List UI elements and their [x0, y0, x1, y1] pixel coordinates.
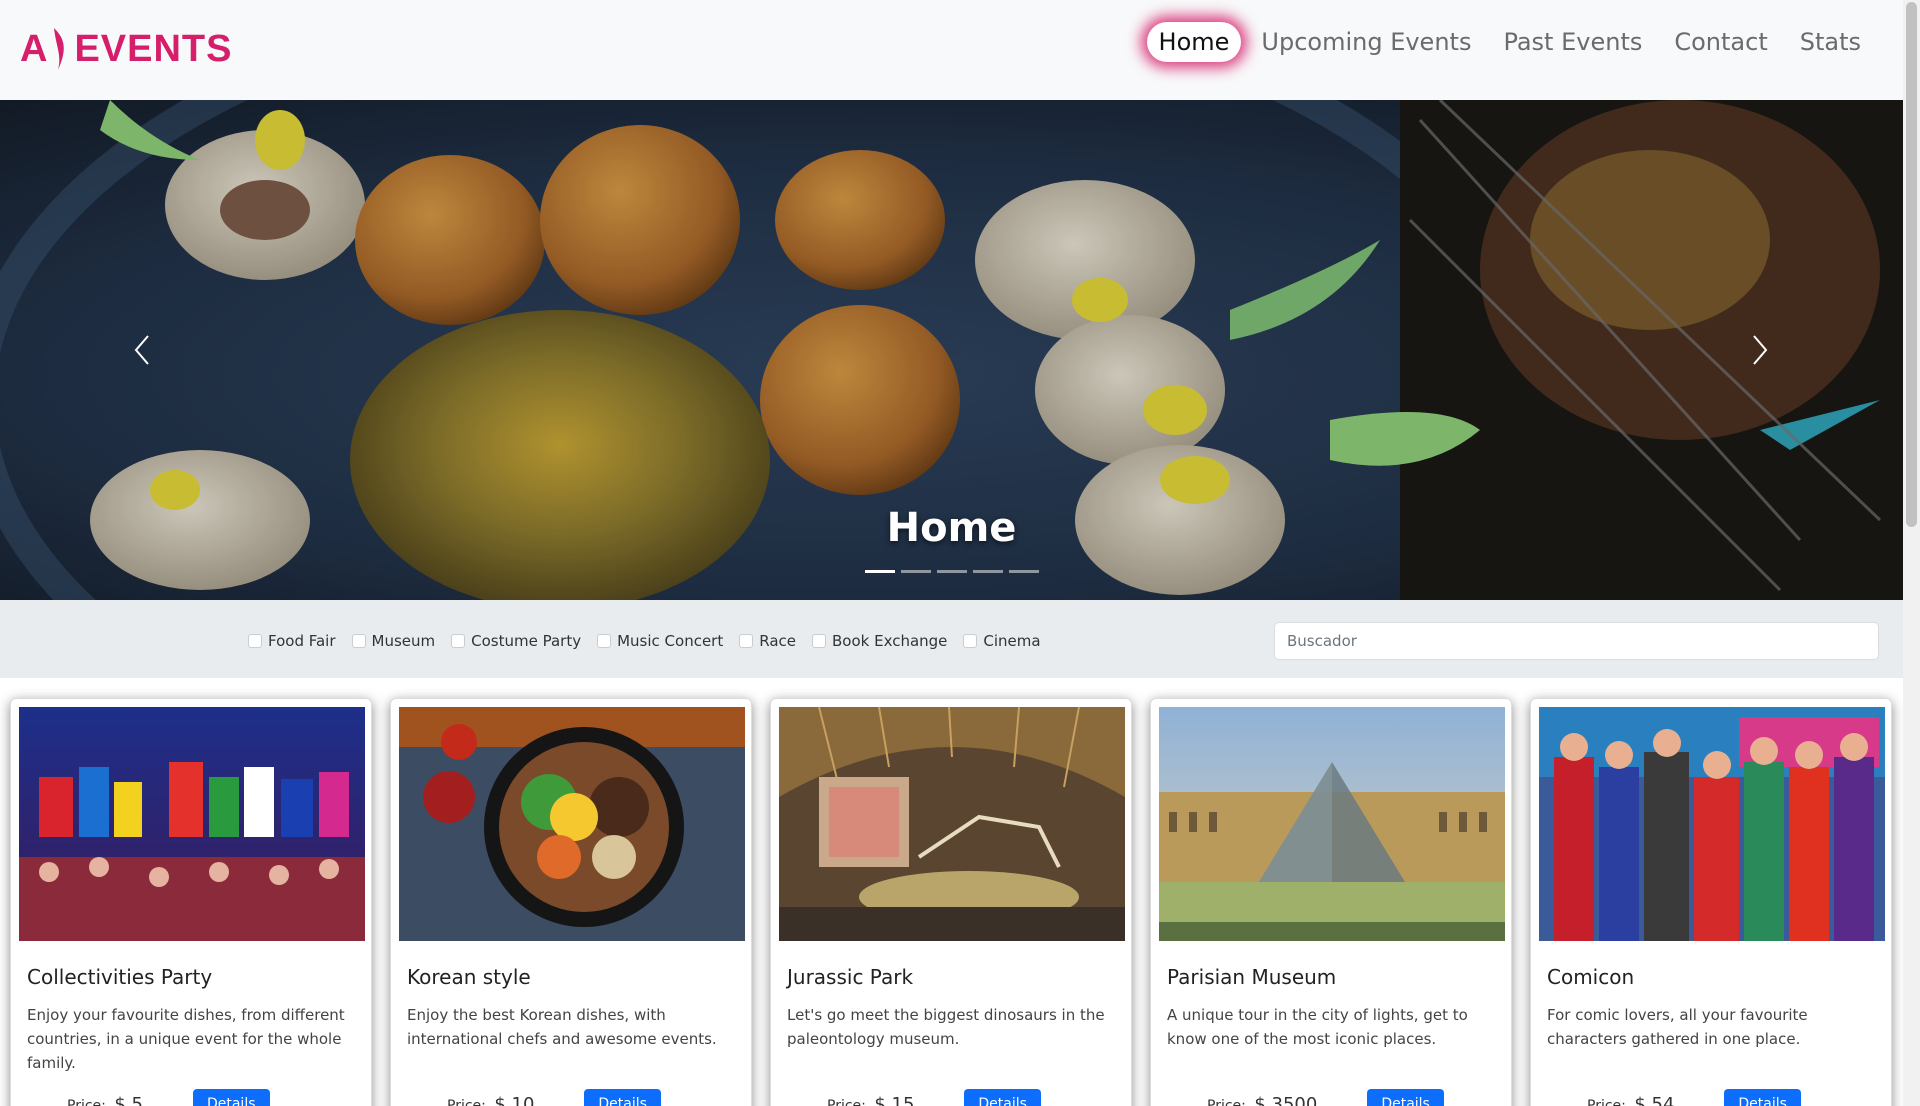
logo-text: EVENTS: [74, 27, 233, 70]
carousel-indicator[interactable]: [972, 570, 1003, 573]
chevron-left-icon: [134, 335, 149, 365]
price-value: $ 5: [114, 1093, 143, 1106]
details-button[interactable]: Details: [192, 1089, 270, 1106]
category-label: Food Fair: [268, 632, 336, 650]
category-book-exchange[interactable]: Book Exchange: [812, 632, 947, 650]
card-description: A unique tour in the city of lights, get…: [1167, 1006, 1468, 1048]
price-value: $ 3500: [1254, 1093, 1318, 1106]
carousel-indicator[interactable]: [900, 570, 931, 573]
book-exchange-checkbox[interactable]: [812, 634, 826, 648]
price-value: $ 54: [1634, 1093, 1675, 1106]
event-card: Jurassic Park Let's go meet the biggest …: [770, 698, 1132, 1106]
nav-menu: Home Upcoming Events Past Events Contact…: [1146, 22, 1873, 62]
card-footer: Price: $ 10 Details: [447, 1089, 661, 1106]
price-label: Price:: [1207, 1097, 1246, 1106]
carousel-indicator[interactable]: [936, 570, 967, 573]
price-label: Price:: [827, 1097, 866, 1106]
category-food-fair[interactable]: Food Fair: [248, 632, 336, 650]
event-cards: Collectivities Party Enjoy your favourit…: [10, 698, 1892, 1106]
card-price: Price: $ 3500: [1207, 1094, 1317, 1106]
carousel-indicator[interactable]: [1008, 570, 1039, 573]
nav-contact[interactable]: Contact: [1662, 22, 1779, 62]
price-label: Price:: [447, 1097, 486, 1106]
event-card: Korean style Enjoy the best Korean dishe…: [390, 698, 752, 1106]
category-label: Music Concert: [617, 632, 724, 650]
chevron-right-icon: [1753, 335, 1768, 365]
card-title: Comicon: [1547, 965, 1635, 989]
card-title: Korean style: [407, 965, 531, 989]
hero-carousel: Home: [0, 100, 1903, 600]
category-label: Museum: [371, 632, 436, 650]
card-description: Enjoy your favourite dishes, from differ…: [27, 1006, 345, 1072]
nav-home[interactable]: Home: [1146, 22, 1242, 62]
category-label: Race: [759, 632, 796, 650]
category-label: Costume Party: [471, 632, 582, 650]
category-label: Book Exchange: [832, 632, 948, 650]
nav-upcoming-events[interactable]: Upcoming Events: [1249, 22, 1483, 62]
music-concert-checkbox[interactable]: [597, 634, 612, 648]
card-footer: Price: $ 5 Details: [67, 1089, 270, 1106]
costume-party-checkbox[interactable]: [451, 634, 466, 648]
card-title: Parisian Museum: [1167, 965, 1337, 989]
card-description: Enjoy the best Korean dishes, with inter…: [407, 1006, 717, 1048]
event-image-dinosaur-museum: [779, 707, 1125, 941]
details-button[interactable]: Details: [1724, 1089, 1801, 1106]
category-costume-party[interactable]: Costume Party: [451, 632, 581, 650]
brand-logo[interactable]: A EVENTS: [20, 26, 233, 72]
cinema-checkbox[interactable]: [963, 634, 978, 648]
carousel-indicators: [0, 570, 1903, 573]
event-image-cosplayers: [1539, 707, 1885, 941]
category-cinema[interactable]: Cinema: [963, 632, 1041, 650]
category-race[interactable]: Race: [739, 632, 796, 650]
price-value: $ 10: [494, 1093, 535, 1106]
museum-checkbox[interactable]: [351, 634, 366, 648]
carousel-indicator[interactable]: [864, 570, 895, 573]
details-button[interactable]: Details: [584, 1089, 661, 1106]
event-image-festival: [19, 707, 365, 941]
details-button[interactable]: Details: [964, 1089, 1041, 1106]
category-music-concert[interactable]: Music Concert: [597, 632, 723, 650]
card-footer: Price: $ 15 Details: [827, 1089, 1041, 1106]
carousel-prev-button[interactable]: [122, 330, 162, 370]
event-card: Comicon For comic lovers, all your favou…: [1530, 698, 1892, 1106]
card-title: Collectivities Party: [27, 965, 213, 989]
card-description: For comic lovers, all your favourite cha…: [1547, 1006, 1808, 1048]
event-image-korean-food: [399, 707, 745, 941]
logo-letter: A: [20, 27, 49, 70]
card-price: Price: $ 15: [827, 1094, 914, 1106]
scrollbar-thumb[interactable]: [1906, 2, 1917, 527]
race-checkbox[interactable]: [739, 634, 754, 648]
card-footer: Price: $ 54 Details: [1587, 1089, 1801, 1106]
event-card: Collectivities Party Enjoy your favourit…: [10, 698, 372, 1106]
category-label: Cinema: [983, 632, 1041, 650]
food-fair-checkbox[interactable]: [248, 634, 262, 648]
card-price: Price: $ 54: [1587, 1094, 1674, 1106]
navbar: A EVENTS Home Upcoming Events Past Event…: [0, 0, 1903, 100]
nav-past-events[interactable]: Past Events: [1491, 22, 1654, 62]
card-price: Price: $ 5: [67, 1094, 143, 1106]
search-input[interactable]: [1274, 622, 1879, 660]
card-footer: Price: $ 3500 Details: [1207, 1089, 1444, 1106]
price-label: Price:: [1587, 1097, 1626, 1106]
page-scrollbar[interactable]: [1903, 0, 1920, 1106]
price-label: Price:: [67, 1097, 106, 1106]
event-card: Parisian Museum A unique tour in the cit…: [1150, 698, 1512, 1106]
filter-bar: Food Fair Museum Costume Party Music Con…: [0, 600, 1903, 678]
card-description: Let's go meet the biggest dinosaurs in t…: [787, 1006, 1105, 1048]
hero-title: Home: [886, 505, 1017, 551]
price-value: $ 15: [874, 1093, 915, 1106]
event-image-louvre: [1159, 707, 1505, 941]
details-button[interactable]: Details: [1367, 1089, 1444, 1106]
category-filters: Food Fair Museum Costume Party Music Con…: [248, 632, 1041, 650]
card-title: Jurassic Park: [787, 965, 914, 989]
logo-flame-icon: [54, 28, 65, 70]
card-price: Price: $ 10: [447, 1094, 534, 1106]
carousel-next-button[interactable]: [1740, 330, 1780, 370]
nav-stats[interactable]: Stats: [1788, 22, 1873, 62]
category-museum[interactable]: Museum: [351, 632, 436, 650]
